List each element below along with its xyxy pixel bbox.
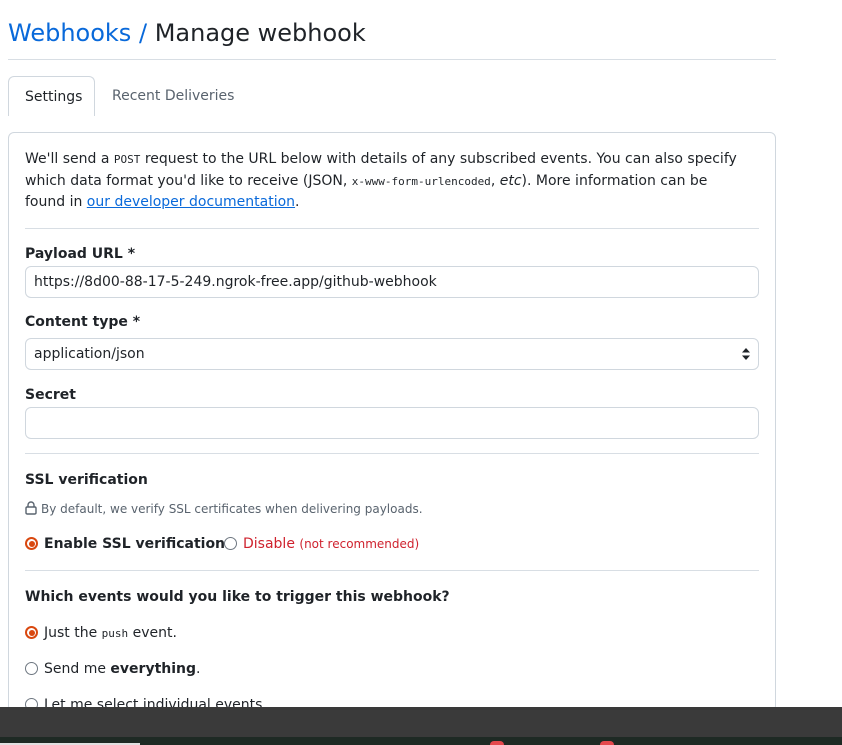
page-title: Manage webhook [154,19,366,47]
ssl-disable-note: (not recommended) [299,537,420,551]
taskbar-notification-dot [490,741,504,745]
event-option-push[interactable]: Just the push event. [25,624,177,642]
taskbar-strip [0,737,842,745]
divider [25,570,759,571]
payload-url-label: Payload URL * [25,246,136,262]
code-push: push [101,627,129,640]
intro-text-part: , [490,172,500,189]
secret-input[interactable] [25,407,759,439]
intro-text: We'll send a POST request to the URL bel… [25,149,745,214]
ssl-enable-label: Enable SSL verification [44,536,226,552]
code-form-urlencoded: x-www-form-urlencoded [351,174,491,188]
breadcrumb-separator: / [138,19,148,47]
taskbar [0,707,842,745]
settings-panel: We'll send a POST request to the URL bel… [8,132,776,712]
ssl-disable-label: Disable [243,536,295,552]
intro-text-part: We'll send a [25,151,114,167]
divider [25,228,759,229]
event-everything-bold: everything [110,661,197,677]
event-push-label: Just the [44,625,102,641]
ssl-enable-option[interactable]: Enable SSL verification [25,535,225,553]
events-heading: Which events would you like to trigger t… [25,589,450,605]
divider [25,453,759,454]
code-post: POST [113,153,141,166]
developer-documentation-link[interactable]: our developer documentation [87,194,295,210]
page-header: Webhooks / Manage webhook [8,18,776,60]
content-type-label: Content type * [25,314,141,330]
event-everything-label-end: . [196,661,201,677]
ssl-enable-radio[interactable] [25,537,38,550]
payload-url-input[interactable]: https://8d00-88-17-5-249.ngrok-free.app/… [25,266,759,298]
content-type-value: application/json [34,346,145,362]
event-everything-radio[interactable] [25,662,38,675]
tab-settings[interactable]: Settings [8,76,95,116]
intro-text-part: . [295,194,300,210]
breadcrumb-webhooks-link[interactable]: Webhooks [8,19,131,47]
tab-recent-deliveries[interactable]: Recent Deliveries [96,76,250,116]
select-arrows-icon [742,348,750,360]
event-push-radio[interactable] [25,626,38,639]
ssl-note: By default, we verify SSL certificates w… [25,501,423,516]
tab-bar: Settings Recent Deliveries [8,76,776,132]
intro-etc: etc [499,172,522,189]
ssl-disable-option[interactable]: Disable (not recommended) [224,535,419,553]
event-option-everything[interactable]: Send me everything. [25,660,200,678]
event-push-label-end: event. [128,625,177,641]
ssl-note-text: By default, we verify SSL certificates w… [41,502,423,516]
secret-label: Secret [25,387,76,403]
taskbar-notification-dot [600,741,614,745]
content-type-select[interactable]: application/json [25,338,759,370]
ssl-verification-heading: SSL verification [25,472,148,488]
ssl-disable-radio[interactable] [224,537,237,550]
event-everything-label: Send me [44,661,111,677]
lock-icon [25,501,37,515]
